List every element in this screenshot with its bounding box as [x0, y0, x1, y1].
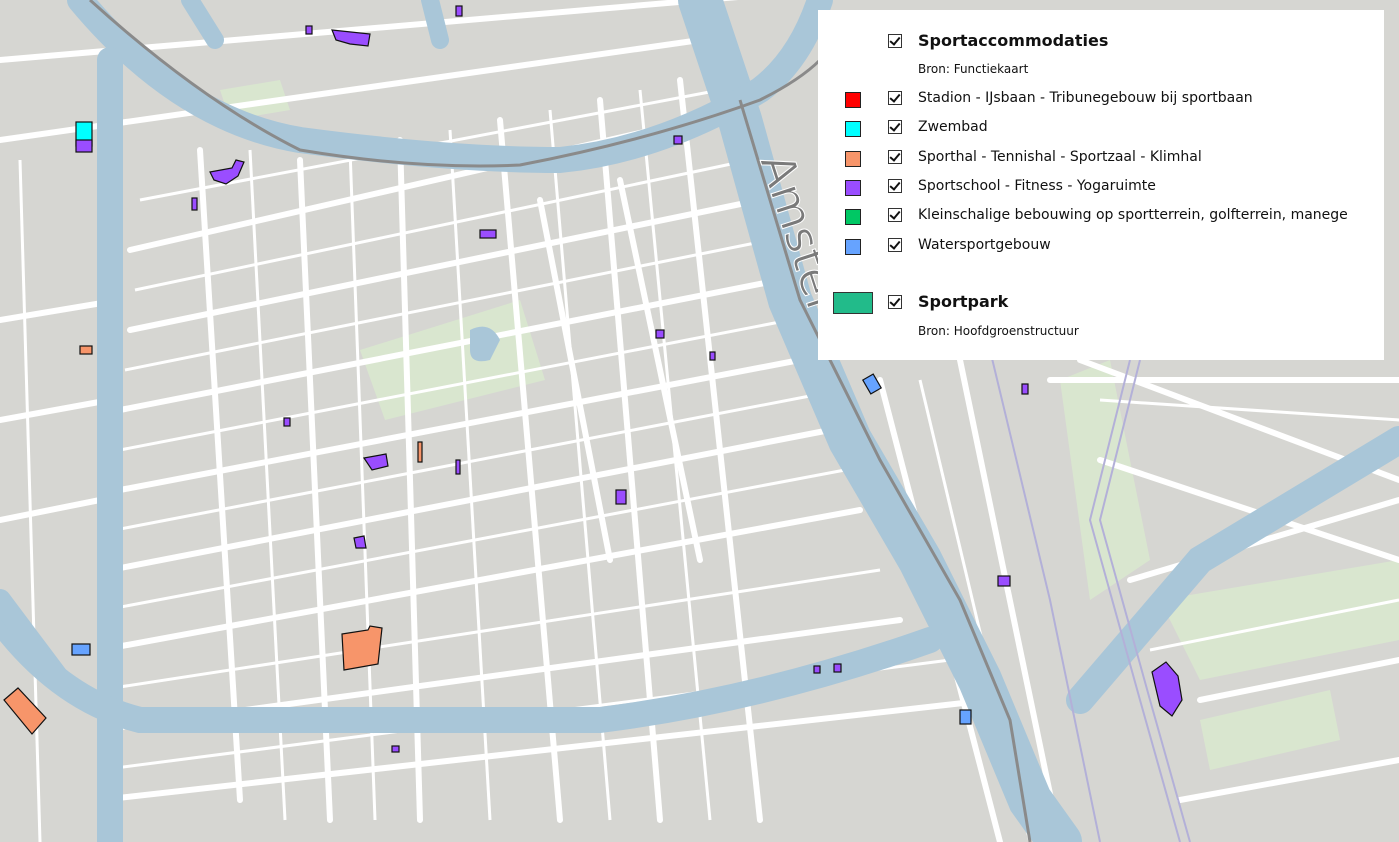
- legend-checkbox[interactable]: [888, 150, 902, 164]
- facility-sportschool[interactable]: [191, 197, 198, 211]
- legend-group-title: Sportaccommodaties: [918, 31, 1109, 50]
- legend-group-source: Bron: Functiekaart: [918, 62, 1029, 76]
- legend-checkbox[interactable]: [888, 208, 902, 222]
- legend-swatch: [845, 180, 861, 196]
- legend-item: Stadion - IJsbaan - Tribunegebouw bij sp…: [818, 88, 1384, 112]
- legend-swatch: [833, 292, 873, 314]
- facility-watersport[interactable]: [71, 643, 91, 656]
- legend-item: Kleinschalige bebouwing op sportterrein,…: [818, 205, 1384, 229]
- legend-item-label: Kleinschalige bebouwing op sportterrein,…: [918, 207, 1348, 223]
- facility-sporthal[interactable]: [79, 345, 93, 355]
- legend-checkbox[interactable]: [888, 120, 902, 134]
- legend-group-title: Sportpark: [918, 292, 1009, 311]
- legend-swatch: [845, 209, 861, 225]
- facility-sportschool[interactable]: [709, 351, 716, 361]
- legend-checkbox[interactable]: [888, 34, 902, 48]
- facility-sportschool[interactable]: [391, 745, 400, 753]
- facility-sportschool[interactable]: [673, 135, 683, 145]
- legend-group-sportpark: Sportpark: [818, 292, 1384, 316]
- legend-item: Zwembad: [818, 117, 1384, 141]
- legend-checkbox[interactable]: [888, 91, 902, 105]
- legend-swatch: [845, 151, 861, 167]
- facility-sportschool[interactable]: [455, 5, 463, 17]
- map-legend: Sportaccommodaties Bron: Functiekaart St…: [818, 10, 1384, 360]
- legend-checkbox[interactable]: [888, 238, 902, 252]
- facility-sportschool[interactable]: [455, 459, 461, 475]
- legend-item: Watersportgebouw: [818, 235, 1384, 259]
- facility-sportschool[interactable]: [833, 663, 842, 673]
- facility-sportschool[interactable]: [305, 25, 313, 35]
- facility-sportschool[interactable]: [283, 417, 291, 427]
- legend-item-label: Sporthal - Tennishal - Sportzaal - Klimh…: [918, 149, 1202, 165]
- legend-group-sportaccommodaties: Sportaccommodaties: [818, 31, 1384, 55]
- legend-swatch: [845, 239, 861, 255]
- legend-item-label: Stadion - IJsbaan - Tribunegebouw bij sp…: [918, 90, 1253, 106]
- legend-item-label: Zwembad: [918, 119, 988, 135]
- legend-checkbox[interactable]: [888, 295, 902, 309]
- facility-sportschool[interactable]: [813, 665, 821, 674]
- legend-swatch: [845, 92, 861, 108]
- facility-watersport[interactable]: [959, 709, 972, 725]
- facility-sportschool[interactable]: [353, 535, 367, 549]
- legend-item: Sportschool - Fitness - Yogaruimte: [818, 176, 1384, 200]
- legend-item-label: Sportschool - Fitness - Yogaruimte: [918, 178, 1156, 194]
- legend-swatch: [845, 121, 861, 137]
- facility-sporthal[interactable]: [417, 441, 423, 463]
- facility-sportschool[interactable]: [479, 229, 497, 239]
- legend-group-source: Bron: Hoofdgroenstructuur: [918, 324, 1079, 338]
- legend-item: Sporthal - Tennishal - Sportzaal - Klimh…: [818, 147, 1384, 171]
- facility-sportschool[interactable]: [655, 329, 665, 339]
- facility-sportschool[interactable]: [75, 139, 93, 153]
- legend-item-label: Watersportgebouw: [918, 237, 1051, 253]
- facility-sportschool[interactable]: [1021, 383, 1029, 395]
- facility-sportschool[interactable]: [615, 489, 627, 505]
- legend-checkbox[interactable]: [888, 179, 902, 193]
- facility-sportschool[interactable]: [997, 575, 1011, 587]
- facility-sporthal[interactable]: [341, 625, 383, 671]
